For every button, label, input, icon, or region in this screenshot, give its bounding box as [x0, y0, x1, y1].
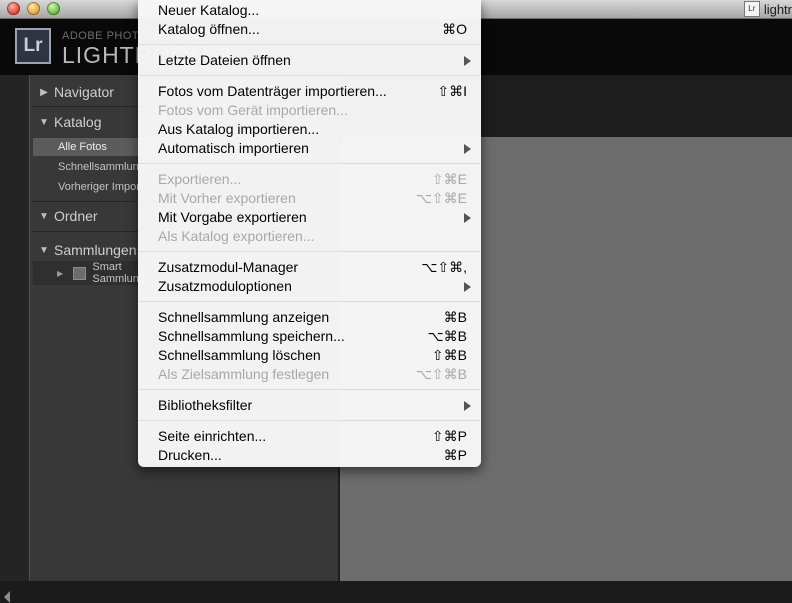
menu-item: Mit Vorher exportieren ⌥⇧⌘E — [138, 189, 481, 208]
menu-item-shortcut: ⌥⇧⌘B — [415, 366, 467, 382]
collection-set-icon — [73, 266, 87, 280]
menu-item-shortcut: ⇧⌘I — [437, 83, 467, 99]
menu-item-label: Seite einrichten... — [158, 428, 267, 444]
menu-item-shortcut: ⌘P — [443, 447, 467, 463]
file-menu: Neuer Katalog... Katalog öffnen... ⌘O Letzt… — [138, 0, 481, 467]
panel-ordner-label: Ordner — [54, 208, 98, 224]
menu-item[interactable]: Aus Katalog importieren... — [138, 120, 481, 139]
katalog-item-schnellsammlung[interactable]: Schnellsammlung — [33, 158, 153, 176]
menu-item-shortcut: ⌥⇧⌘E — [415, 190, 467, 206]
panel-katalog-label: Katalog — [54, 114, 102, 130]
menu-separator — [139, 75, 480, 76]
menu-item-label: Neuer Katalog... — [158, 2, 260, 18]
menu-item-label: Fotos vom Gerät importieren... — [158, 102, 348, 118]
triangle-down-icon: ▼ — [39, 210, 49, 222]
submenu-arrow-icon — [464, 56, 471, 66]
menu-item[interactable]: Automatisch importieren — [138, 139, 481, 158]
menu-item-label: Fotos vom Datenträger importieren... — [158, 83, 387, 99]
menu-item[interactable]: Zusatzmodul-Manager ⌥⇧⌘, — [138, 258, 481, 277]
document-icon: Lr — [743, 1, 760, 17]
menu-item: Exportieren... ⇧⌘E — [138, 170, 481, 189]
menu-item[interactable]: Fotos vom Datenträger importieren... ⇧⌘I — [138, 82, 481, 101]
menu-item: Fotos vom Gerät importieren... — [138, 101, 481, 120]
menu-item-shortcut: ⌥⇧⌘, — [421, 259, 467, 275]
menu-item-shortcut: ⌘O — [442, 21, 467, 37]
menu-item[interactable]: Mit Vorgabe exportieren — [138, 208, 481, 227]
menu-item[interactable]: Schnellsammlung speichern... ⌥⌘B — [138, 327, 481, 346]
menu-item-label: Schnellsammlung anzeigen — [158, 309, 330, 325]
triangle-right-icon[interactable]: ▶ — [57, 269, 63, 278]
submenu-arrow-icon — [464, 144, 471, 154]
menu-item: Als Zielsammlung festlegen ⌥⇧⌘B — [138, 365, 481, 384]
menu-item[interactable]: Zusatzmoduloptionen — [138, 277, 481, 296]
menu-separator — [139, 389, 480, 390]
menu-item-label: Schnellsammlung speichern... — [158, 328, 345, 344]
menu-item[interactable]: Neuer Katalog... — [138, 1, 481, 20]
menu-item-label: Zusatzmodul-Manager — [158, 259, 299, 275]
menu-item-label: Bibliotheksfilter — [158, 397, 253, 413]
submenu-arrow-icon — [464, 213, 471, 223]
menu-item-label: Zusatzmoduloptionen — [158, 278, 292, 294]
menu-item-shortcut: ⇧⌘E — [431, 171, 467, 187]
zoom-window-button[interactable] — [47, 2, 60, 15]
collapse-left-panel-icon[interactable] — [4, 591, 10, 603]
menu-separator — [139, 251, 480, 252]
menu-item[interactable]: Drucken... ⌘P — [138, 446, 481, 465]
menu-item-label: Automatisch importieren — [158, 140, 309, 156]
menu-item-label: Exportieren... — [158, 171, 242, 187]
menu-separator — [139, 163, 480, 164]
menu-item-shortcut: ⇧⌘B — [431, 347, 467, 363]
katalog-item-vorheriger-import[interactable]: Vorheriger Import — [33, 178, 153, 196]
left-panel-edge[interactable] — [0, 75, 29, 603]
menu-item[interactable]: Schnellsammlung anzeigen ⌘B — [138, 308, 481, 327]
menu-item-label: Schnellsammlung löschen — [158, 347, 321, 363]
menu-item-label: Aus Katalog importieren... — [158, 121, 320, 137]
window-title: Lr lightr — [743, 0, 792, 18]
submenu-arrow-icon — [464, 282, 471, 292]
menu-separator — [139, 420, 480, 421]
menu-item[interactable]: Bibliotheksfilter — [138, 396, 481, 415]
triangle-down-icon: ▼ — [39, 116, 49, 128]
menu-separator — [139, 301, 480, 302]
menu-item[interactable]: Seite einrichten... ⇧⌘P — [138, 427, 481, 446]
menu-item: Als Katalog exportieren... — [138, 227, 481, 246]
minimize-window-button[interactable] — [27, 2, 40, 15]
lightroom-logo: Lr — [15, 28, 51, 64]
menu-item-label: Als Zielsammlung festlegen — [158, 366, 330, 382]
submenu-arrow-icon — [464, 401, 471, 411]
menu-item-label: Letzte Dateien öffnen — [158, 52, 291, 68]
menu-item-label: Katalog öffnen... — [158, 21, 260, 37]
menu-item[interactable]: Letzte Dateien öffnen — [138, 51, 481, 70]
menu-item-shortcut: ⇧⌘P — [431, 428, 467, 444]
panel-sammlungen-label: Sammlungen — [54, 242, 137, 258]
menu-item-label: Mit Vorher exportieren — [158, 190, 296, 206]
close-window-button[interactable] — [7, 2, 20, 15]
menu-separator — [139, 44, 480, 45]
panel-navigator-label: Navigator — [54, 84, 114, 100]
triangle-right-icon: ▶ — [40, 86, 48, 98]
menu-item[interactable]: Schnellsammlung löschen ⇧⌘B — [138, 346, 481, 365]
menu-item[interactable]: Katalog öffnen... ⌘O — [138, 20, 481, 39]
menu-item-label: Drucken... — [158, 447, 222, 463]
triangle-down-icon: ▼ — [39, 244, 49, 256]
menu-item-shortcut: ⌥⌘B — [427, 328, 467, 344]
menu-item-shortcut: ⌘B — [443, 309, 467, 325]
menu-item-label: Als Katalog exportieren... — [158, 228, 315, 244]
menu-item-label: Mit Vorgabe exportieren — [158, 209, 307, 225]
window-title-text: lightr — [763, 1, 792, 17]
